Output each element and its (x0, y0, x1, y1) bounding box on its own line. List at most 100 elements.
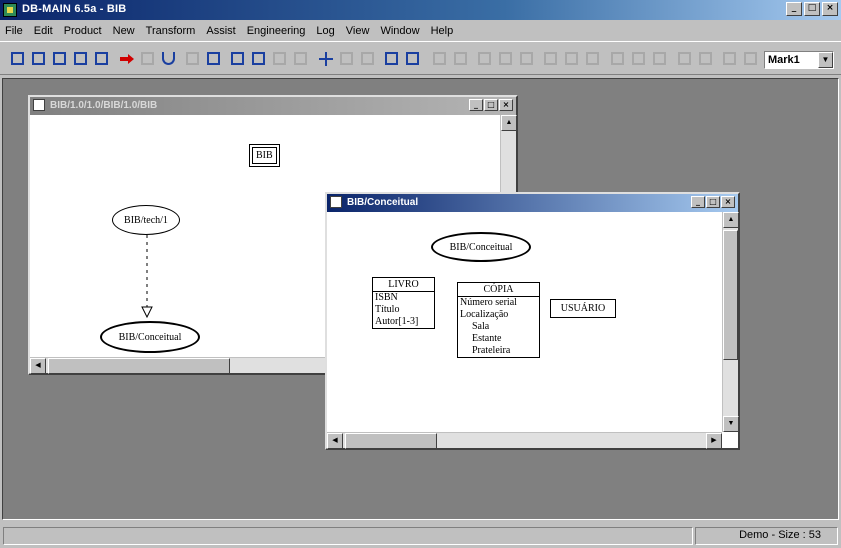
schema-ellipse-conceptual[interactable]: BIB/Conceitual (100, 321, 200, 353)
scroll-right-icon[interactable]: ▶ (706, 433, 722, 449)
scroll-thumb[interactable] (345, 433, 437, 449)
entity-attribute: Título (375, 304, 400, 315)
menu-edit[interactable]: Edit (34, 25, 53, 37)
schema-window-icon (330, 196, 342, 208)
gray-box-icon-12[interactable] (583, 49, 602, 68)
app-icon[interactable] (3, 3, 17, 17)
horizontal-scrollbar[interactable]: ◀ ▶ (327, 432, 722, 449)
plus-icon[interactable] (316, 49, 335, 68)
child-close-button[interactable]: × (721, 196, 735, 208)
schema-window-tech-caption-buttons: _ □ × (469, 99, 513, 111)
menu-log[interactable]: Log (316, 25, 334, 37)
menu-engineering[interactable]: Engineering (247, 25, 306, 37)
app-titlebar[interactable]: DB-MAIN 6.5a - BIB _ □ × (0, 0, 841, 20)
new-group-icon[interactable] (92, 49, 111, 68)
schema-window-conceptual-titlebar[interactable]: BIB/Conceitual _ □ × (327, 194, 738, 212)
gray-box-icon-17[interactable] (696, 49, 715, 68)
text-icon[interactable] (183, 49, 202, 68)
scroll-up-icon[interactable]: ▲ (723, 212, 739, 228)
frame-icon[interactable] (382, 49, 401, 68)
minimize-button[interactable]: _ (786, 2, 802, 16)
child-close-button[interactable]: × (499, 99, 513, 111)
scroll-left-icon[interactable]: ◀ (327, 433, 343, 449)
gray-box-icon-2[interactable] (291, 49, 310, 68)
new-schema-icon[interactable] (8, 49, 27, 68)
menu-view[interactable]: View (346, 25, 370, 37)
new-attr-icon[interactable] (71, 49, 90, 68)
scroll-thumb[interactable] (723, 230, 738, 360)
vertical-scrollbar[interactable]: ▲ ▼ (722, 212, 739, 432)
schema-window-icon (33, 99, 45, 111)
app-title: DB-MAIN 6.5a - BIB (22, 3, 127, 15)
entity-copia[interactable]: CÓPIA Número serial Localização Sala Est… (457, 282, 540, 358)
gray-box-icon-13[interactable] (608, 49, 627, 68)
schema-ellipse-tech[interactable]: BIB/tech/1 (112, 205, 180, 235)
gray-box-icon-10[interactable] (541, 49, 560, 68)
gray-box-icon-8[interactable] (496, 49, 515, 68)
gray-box-icon-9[interactable] (517, 49, 536, 68)
align-icon[interactable] (204, 49, 223, 68)
gray-box-icon-3[interactable] (337, 49, 356, 68)
mdi-workspace: BIB/1.0/1.0/BIB/1.0/BIB _ □ × BIB BIB/te… (2, 78, 839, 520)
new-rel-icon[interactable] (50, 49, 69, 68)
toolbar: Mark1 ▼ (0, 41, 841, 75)
gray-box-icon-5[interactable] (430, 49, 449, 68)
entity-attribute: Autor[1-3] (375, 316, 419, 327)
red-arrow-icon[interactable] (117, 49, 136, 68)
table-icon[interactable] (228, 49, 247, 68)
gray-box-icon-1[interactable] (270, 49, 289, 68)
close-button[interactable]: × (822, 2, 838, 16)
entity-name: CÓPIA (458, 283, 539, 297)
maximize-button[interactable]: □ (804, 2, 820, 16)
entity-sub-attribute: Estante (472, 333, 502, 344)
child-maximize-button[interactable]: □ (706, 196, 720, 208)
scroll-down-icon[interactable]: ▼ (723, 416, 739, 432)
gray-box-icon-19[interactable] (741, 49, 760, 68)
entity-usuario[interactable]: USUÁRIO (550, 299, 616, 318)
menu-help[interactable]: Help (431, 25, 454, 37)
menu-product[interactable]: Product (64, 25, 102, 37)
schema-window-tech-title: BIB/1.0/1.0/BIB/1.0/BIB (50, 100, 158, 111)
gray-box-icon-11[interactable] (562, 49, 581, 68)
schema-box-bib[interactable]: BIB (249, 144, 280, 167)
menu-new[interactable]: New (113, 25, 135, 37)
gray-box-icon-14[interactable] (629, 49, 648, 68)
chevron-down-icon[interactable]: ▼ (818, 52, 833, 68)
window-caption-buttons: _ □ × (786, 2, 838, 16)
gray-box-icon-7[interactable] (475, 49, 494, 68)
gray-box-icon-6[interactable] (451, 49, 470, 68)
gray-box-icon-16[interactable] (675, 49, 694, 68)
entity-sub-attribute: Prateleira (472, 345, 511, 356)
scroll-thumb[interactable] (48, 358, 230, 374)
status-pane-main (3, 527, 693, 545)
status-text: Demo - Size : 53 (739, 529, 821, 541)
child-maximize-button[interactable]: □ (484, 99, 498, 111)
gray-box-icon-18[interactable] (720, 49, 739, 68)
gray-box-icon-15[interactable] (650, 49, 669, 68)
menu-transform[interactable]: Transform (146, 25, 196, 37)
menu-window[interactable]: Window (380, 25, 419, 37)
box-icon[interactable] (249, 49, 268, 68)
model-select-value: Mark1 (768, 54, 800, 66)
menu-file[interactable]: File (5, 25, 23, 37)
child-minimize-button[interactable]: _ (691, 196, 705, 208)
new-entity-icon[interactable] (29, 49, 48, 68)
entity-name: LIVRO (373, 278, 434, 292)
scroll-left-icon[interactable]: ◀ (30, 358, 46, 374)
entity-attribute: ISBN (375, 292, 398, 303)
link-icon[interactable] (138, 49, 157, 68)
schema-window-conceptual-title: BIB/Conceitual (347, 197, 419, 208)
frame-icon-2[interactable] (403, 49, 422, 68)
child-minimize-button[interactable]: _ (469, 99, 483, 111)
undo-icon[interactable] (159, 49, 178, 68)
menubar: File Edit Product New Transform Assist E… (0, 21, 841, 40)
scroll-up-icon[interactable]: ▲ (501, 115, 517, 131)
schema-ellipse-conceptual[interactable]: BIB/Conceitual (431, 232, 531, 262)
menu-assist[interactable]: Assist (206, 25, 235, 37)
gray-box-icon-4[interactable] (358, 49, 377, 68)
model-select[interactable]: Mark1 ▼ (764, 51, 834, 69)
schema-window-tech-titlebar[interactable]: BIB/1.0/1.0/BIB/1.0/BIB _ □ × (30, 97, 516, 115)
schema-window-conceptual[interactable]: BIB/Conceitual _ □ × BIB/Conceitual LIVR… (325, 192, 740, 450)
entity-attribute: Localização (460, 309, 509, 320)
entity-livro[interactable]: LIVRO ISBN Título Autor[1-3] (372, 277, 435, 329)
